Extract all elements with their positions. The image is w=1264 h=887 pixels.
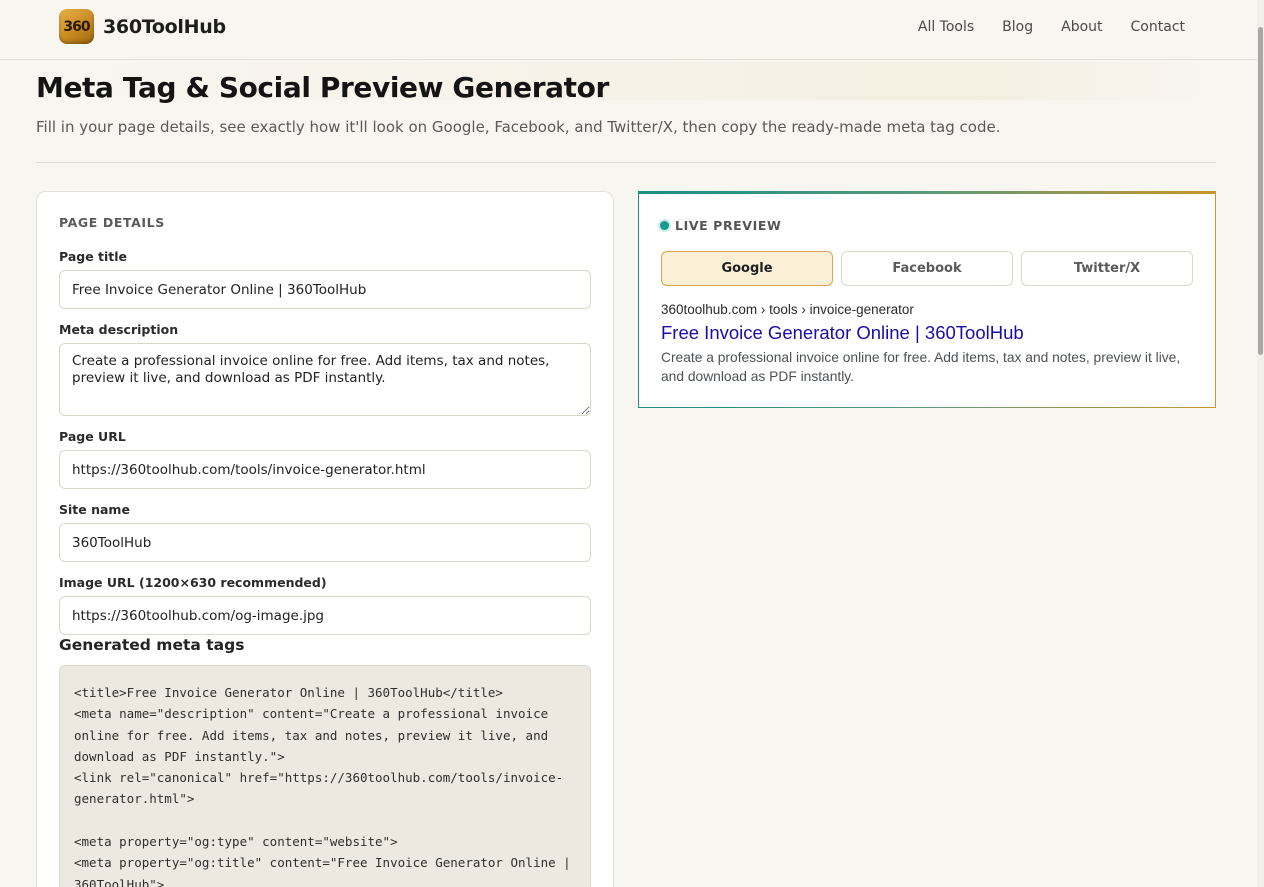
tab-twitter-x[interactable]: Twitter/X: [1021, 251, 1193, 286]
page-url-input[interactable]: [59, 450, 591, 489]
page-details-panel: PAGE DETAILS Page title Meta description…: [36, 191, 614, 887]
nav-about[interactable]: About: [1061, 19, 1102, 35]
serp-description: Create a professional invoice online for…: [661, 350, 1181, 384]
meta-description-textarea[interactable]: Create a professional invoice online for…: [59, 343, 591, 416]
main-nav: All Tools Blog About Contact: [918, 19, 1185, 35]
image-url-input[interactable]: [59, 596, 591, 635]
code-line: <title>Free Invoice Generator Online | 3…: [74, 685, 503, 700]
code-line: <meta property="og:type" content="websit…: [74, 834, 398, 850]
code-line: <link rel="canonical" href="https://360t…: [74, 770, 564, 786]
brand-home-link[interactable]: 360 360ToolHub: [59, 9, 226, 44]
nav-blog[interactable]: Blog: [1002, 19, 1033, 35]
scrollbar-thumb[interactable]: [1258, 27, 1263, 355]
section-heading: PAGE DETAILS: [59, 215, 165, 230]
brand-name: 360ToolHub: [103, 15, 226, 38]
code-line: download as PDF instantly.">: [74, 748, 285, 764]
nav-all-tools[interactable]: All Tools: [918, 19, 974, 35]
code-line: <meta name="description" content="Create…: [74, 706, 549, 722]
page-title-label: Page title: [59, 249, 128, 264]
tab-facebook[interactable]: Facebook: [841, 251, 1013, 286]
page-subtitle: Fill in your page details, see exactly h…: [36, 118, 1001, 136]
top-nav-bar: 360 360ToolHub All Tools Blog About Cont…: [0, 0, 1257, 60]
live-preview-panel: LIVE PREVIEW Google Facebook Twitter/X 3…: [638, 191, 1216, 408]
code-line: generator.html">: [74, 791, 195, 807]
nav-contact[interactable]: Contact: [1131, 19, 1185, 35]
page-scrollbar[interactable]: [1257, 0, 1264, 887]
serp-title-link[interactable]: Free Invoice Generator Online | 360ToolH…: [661, 322, 1024, 344]
divider: [36, 162, 1216, 163]
generated-code-block[interactable]: <title>Free Invoice Generator Online | 3…: [59, 665, 591, 887]
site-name-input[interactable]: [59, 523, 591, 562]
serp-breadcrumb-url: 360toolhub.com › tools › invoice-generat…: [661, 302, 914, 317]
page-title-input[interactable]: [59, 270, 591, 309]
meta-description-label: Meta description: [59, 322, 179, 337]
code-line: online for free. Add items, tax and note…: [74, 727, 549, 743]
site-name-label: Site name: [59, 502, 130, 517]
logo-icon: 360: [59, 9, 94, 44]
live-indicator-icon: [660, 221, 669, 230]
code-line: <meta property="og:title" content="Free …: [74, 855, 571, 871]
generated-meta-heading: Generated meta tags: [59, 636, 245, 654]
code-line: 360ToolHub">: [74, 876, 165, 887]
page-url-label: Page URL: [59, 429, 126, 444]
live-preview-label: LIVE PREVIEW: [675, 218, 782, 233]
image-url-label: Image URL (1200×630 recommended): [59, 575, 327, 590]
tab-google[interactable]: Google: [661, 251, 833, 286]
page-title: Meta Tag & Social Preview Generator: [36, 71, 609, 104]
